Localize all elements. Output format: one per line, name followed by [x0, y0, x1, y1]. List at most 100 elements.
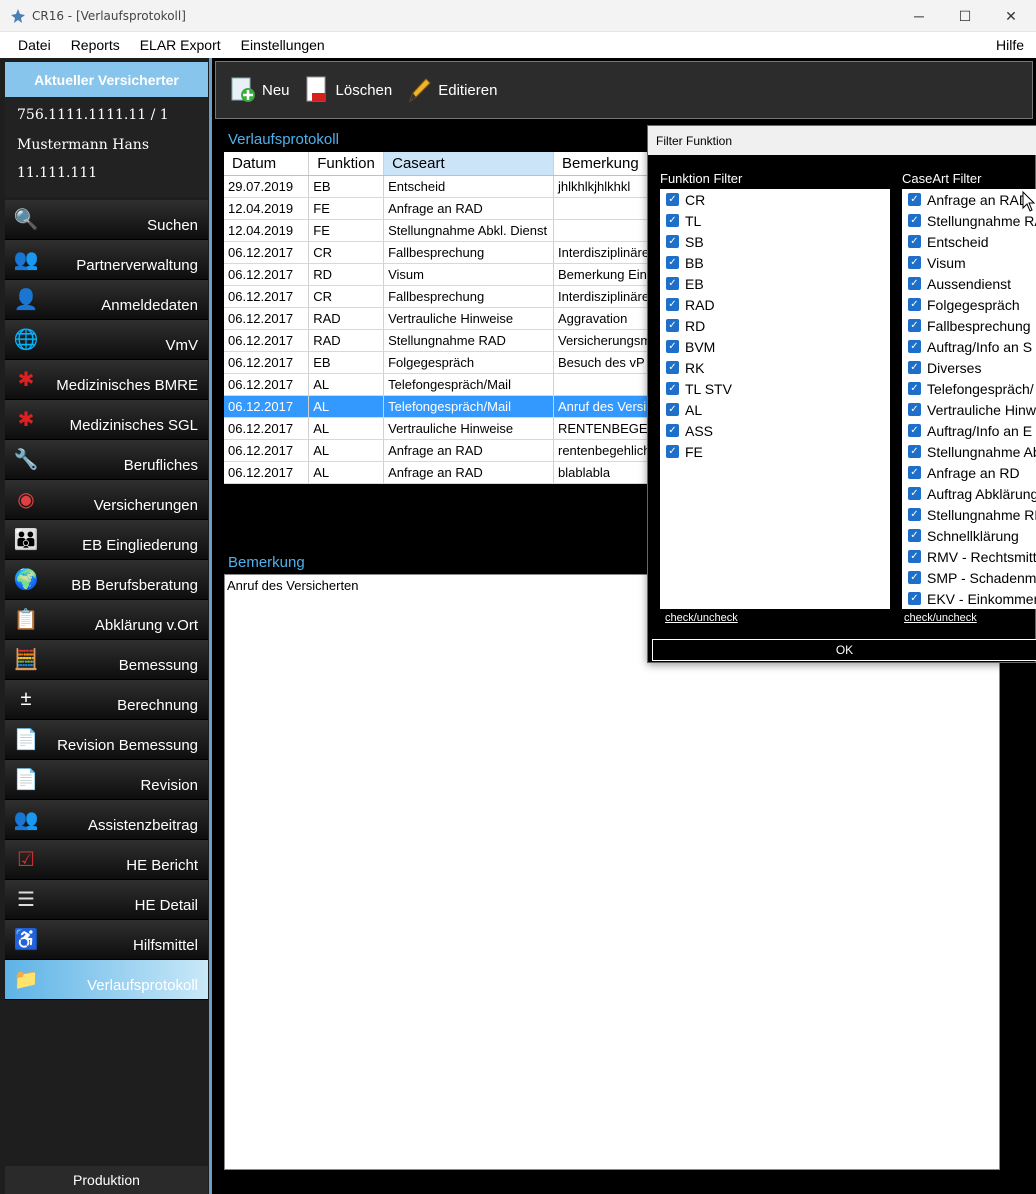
column-header-funktion[interactable]: Funktion: [308, 152, 385, 176]
checkbox-checked-icon[interactable]: [666, 298, 679, 311]
menu-einstellungen[interactable]: Einstellungen: [231, 37, 335, 53]
filter-option[interactable]: Folgegespräch: [902, 294, 1036, 315]
filter-option[interactable]: BVM: [660, 336, 890, 357]
table-row[interactable]: 06.12.2017 AL Anfrage an RAD blablabla: [224, 461, 654, 484]
column-header-caseart[interactable]: Caseart: [383, 152, 554, 176]
checkbox-checked-icon[interactable]: [666, 340, 679, 353]
table-row[interactable]: 12.04.2019 FE Stellungnahme Abkl. Dienst: [224, 219, 654, 242]
table-row[interactable]: 06.12.2017 RD Visum Bemerkung Ein: [224, 263, 654, 286]
nav-item-eb-eingliederung[interactable]: 👪 EB Eingliederung: [5, 520, 208, 560]
checkbox-checked-icon[interactable]: [666, 235, 679, 248]
funktion-check-toggle[interactable]: check/uncheck: [665, 612, 738, 624]
table-row[interactable]: 06.12.2017 AL Telefongespräch/Mail: [224, 373, 654, 396]
filter-option[interactable]: Diverses: [902, 357, 1036, 378]
checkbox-checked-icon[interactable]: [908, 277, 921, 290]
checkbox-checked-icon[interactable]: [666, 424, 679, 437]
remark-textarea[interactable]: Anruf des Versicherten: [224, 574, 1000, 1170]
table-row[interactable]: 12.04.2019 FE Anfrage an RAD: [224, 197, 654, 220]
protocol-grid[interactable]: Datum Funktion Caseart Bemerkung 29.07.2019…: [224, 152, 654, 484]
filter-option[interactable]: SMP - Schadenmi: [902, 567, 1036, 588]
nav-item-medizinisches-bmre[interactable]: ✱ Medizinisches BMRE: [5, 360, 208, 400]
filter-option[interactable]: Auftrag Abklärung: [902, 483, 1036, 504]
checkbox-checked-icon[interactable]: [908, 445, 921, 458]
menu-datei[interactable]: Datei: [0, 37, 61, 53]
filter-option[interactable]: EKV - Einkommen: [902, 588, 1036, 609]
nav-item-abklärung-v-ort[interactable]: 📋 Abklärung v.Ort: [5, 600, 208, 640]
filter-option[interactable]: Visum: [902, 252, 1036, 273]
checkbox-checked-icon[interactable]: [908, 214, 921, 227]
checkbox-checked-icon[interactable]: [908, 529, 921, 542]
table-row[interactable]: 29.07.2019 EB Entscheid jhlkhlkjhlkhkl: [224, 175, 654, 198]
nav-item-bb-berufsberatung[interactable]: 🌍 BB Berufsberatung: [5, 560, 208, 600]
checkbox-checked-icon[interactable]: [908, 361, 921, 374]
menu-reports[interactable]: Reports: [61, 37, 130, 53]
nav-item-suchen[interactable]: 🔍 Suchen: [5, 200, 208, 240]
nav-item-he-detail[interactable]: ☰ HE Detail: [5, 880, 208, 920]
column-header-bemerkung[interactable]: Bemerkung: [553, 152, 654, 176]
nav-item-hilfsmittel[interactable]: ♿ Hilfsmittel: [5, 920, 208, 960]
maximize-button[interactable]: ☐: [942, 0, 988, 32]
filter-option[interactable]: FE: [660, 441, 890, 462]
filter-option[interactable]: RAD: [660, 294, 890, 315]
filter-option[interactable]: RK: [660, 357, 890, 378]
checkbox-checked-icon[interactable]: [908, 340, 921, 353]
table-row[interactable]: 06.12.2017 RAD Vertrauliche Hinweise Aggrav…: [224, 307, 654, 330]
filter-option[interactable]: BB: [660, 252, 890, 273]
filter-option[interactable]: CR: [660, 189, 890, 210]
checkbox-checked-icon[interactable]: [908, 571, 921, 584]
checkbox-checked-icon[interactable]: [666, 361, 679, 374]
filter-option[interactable]: Telefongespräch/: [902, 378, 1036, 399]
filter-option[interactable]: Entscheid: [902, 231, 1036, 252]
nav-item-medizinisches-sgl[interactable]: ✱ Medizinisches SGL: [5, 400, 208, 440]
nav-item-berechnung[interactable]: ± Berechnung: [5, 680, 208, 720]
table-row[interactable]: 06.12.2017 AL Vertrauliche Hinweise RENTENB…: [224, 417, 654, 440]
filter-option[interactable]: Aussendienst: [902, 273, 1036, 294]
checkbox-checked-icon[interactable]: [666, 193, 679, 206]
checkbox-checked-icon[interactable]: [666, 382, 679, 395]
checkbox-checked-icon[interactable]: [666, 277, 679, 290]
checkbox-checked-icon[interactable]: [666, 319, 679, 332]
close-button[interactable]: ✕: [988, 0, 1034, 32]
filter-option[interactable]: RMV - Rechtsmitt: [902, 546, 1036, 567]
checkbox-checked-icon[interactable]: [908, 235, 921, 248]
table-row[interactable]: 06.12.2017 AL Anfrage an RAD rentenbegehlic…: [224, 439, 654, 462]
filter-option[interactable]: Vertrauliche Hinwe: [902, 399, 1036, 420]
checkbox-checked-icon[interactable]: [908, 382, 921, 395]
edit-button[interactable]: Editieren: [404, 75, 497, 105]
column-header-datum[interactable]: Datum: [224, 152, 310, 176]
checkbox-checked-icon[interactable]: [908, 193, 921, 206]
menu-elar-export[interactable]: ELAR Export: [130, 37, 231, 53]
checkbox-checked-icon[interactable]: [908, 550, 921, 563]
nav-item-revision-bemessung[interactable]: 📄 Revision Bemessung: [5, 720, 208, 760]
filter-option[interactable]: Auftrag/Info an S: [902, 336, 1036, 357]
nav-item-versicherungen[interactable]: ◉ Versicherungen: [5, 480, 208, 520]
filter-option[interactable]: Fallbesprechung: [902, 315, 1036, 336]
ok-button[interactable]: OK: [652, 639, 1036, 661]
checkbox-checked-icon[interactable]: [908, 256, 921, 269]
checkbox-checked-icon[interactable]: [908, 508, 921, 521]
table-row[interactable]: 06.12.2017 EB Folgegespräch Besuch des vP: [224, 351, 654, 374]
checkbox-checked-icon[interactable]: [908, 298, 921, 311]
filter-option[interactable]: EB: [660, 273, 890, 294]
nav-item-anmeldedaten[interactable]: 👤 Anmeldedaten: [5, 280, 208, 320]
filter-option[interactable]: Stellungnahme RA: [902, 210, 1036, 231]
checkbox-checked-icon[interactable]: [666, 445, 679, 458]
table-row[interactable]: 06.12.2017 AL Telefongespräch/Mail Anruf de…: [224, 395, 654, 418]
filter-option[interactable]: TL STV: [660, 378, 890, 399]
checkbox-checked-icon[interactable]: [666, 256, 679, 269]
checkbox-checked-icon[interactable]: [908, 487, 921, 500]
filter-option[interactable]: Schnellklärung: [902, 525, 1036, 546]
filter-option[interactable]: SB: [660, 231, 890, 252]
nav-item-assistenzbeitrag[interactable]: 👥 Assistenzbeitrag: [5, 800, 208, 840]
minimize-button[interactable]: ─: [896, 0, 942, 32]
new-button[interactable]: Neu: [228, 75, 290, 105]
filter-option[interactable]: AL: [660, 399, 890, 420]
delete-button[interactable]: Löschen: [302, 75, 392, 105]
table-row[interactable]: 06.12.2017 RAD Stellungnahme RAD Versicheru…: [224, 329, 654, 352]
filter-option[interactable]: RD: [660, 315, 890, 336]
nav-item-berufliches[interactable]: 🔧 Berufliches: [5, 440, 208, 480]
checkbox-checked-icon[interactable]: [908, 466, 921, 479]
checkbox-checked-icon[interactable]: [908, 592, 921, 605]
filter-option[interactable]: Stellungnahme RD: [902, 504, 1036, 525]
table-row[interactable]: 06.12.2017 CR Fallbesprechung Interdiszipli…: [224, 285, 654, 308]
